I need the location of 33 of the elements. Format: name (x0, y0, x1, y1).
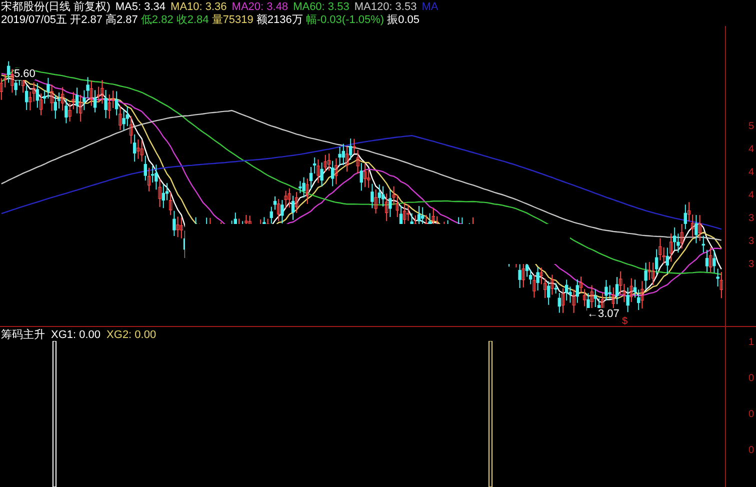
price-axis-label: 3 (748, 236, 754, 248)
moving-average-value: MA (422, 1, 438, 13)
quote-value: 收2.84 (176, 14, 209, 26)
indicator-axis-label: 0 (748, 445, 754, 457)
low-price-label: ←3.07 (587, 308, 620, 320)
stock-title: 宋都股份(日线 前复权) (1, 1, 110, 13)
indicator-axis-label: 0 (748, 409, 754, 421)
indicator-value: XG2: 0.00 (106, 329, 156, 341)
high-price-label: 5.60 (14, 68, 36, 80)
price-axis-label: 3 (748, 259, 754, 271)
price-axis-label: 4 (748, 167, 754, 179)
indicator-axis-label: 1 (748, 337, 754, 349)
quote-value: 振0.05 (387, 14, 420, 26)
indicator-value: XG1: 0.00 (51, 329, 101, 341)
quote-value: 开2.87 (70, 14, 102, 26)
indicator-axis-label: 0 (748, 373, 754, 385)
moving-average-value: MA5: 3.34 (115, 1, 166, 13)
quote-value: 2019/07/05五 (1, 14, 68, 26)
quote-value: 幅-0.03(-1.05%) (306, 14, 384, 26)
quote-value: 量75319 (212, 14, 254, 26)
moving-average-value: MA10: 3.36 (170, 1, 227, 13)
indicator-title: 筹码主升 (1, 329, 45, 341)
price-axis-label: 3 (748, 213, 754, 225)
price-axis-label: 4 (748, 190, 754, 202)
moving-average-value: MA60: 3.53 (293, 1, 350, 13)
moving-average-value: MA20: 3.48 (232, 1, 288, 13)
price-axis-label: 5 (748, 121, 754, 133)
quote-value: 低2.82 (140, 14, 174, 26)
moving-average-value: MA120: 3.53 (354, 1, 417, 13)
marker-symbol: $ (622, 316, 628, 328)
price-axis-label: 4 (748, 144, 754, 156)
quote-value: 额2136万 (256, 14, 303, 26)
quote-value: 高2.87 (105, 14, 138, 26)
